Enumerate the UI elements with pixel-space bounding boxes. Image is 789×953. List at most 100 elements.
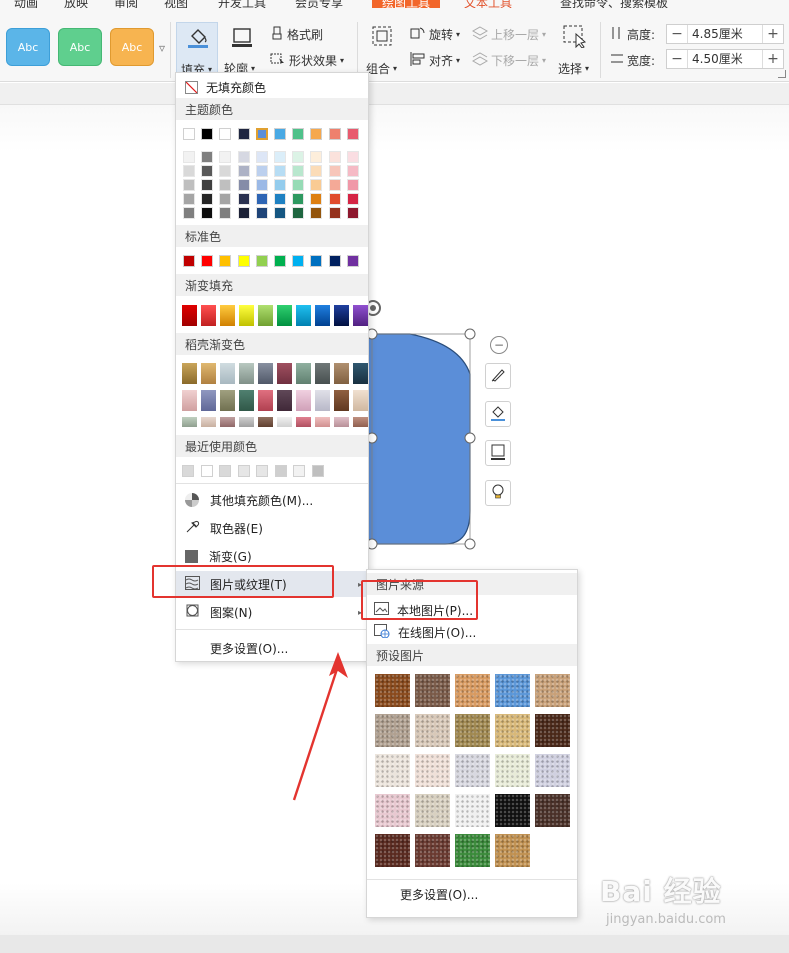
theme-shade-swatch[interactable] [292,179,305,191]
gradient-fill-swatch[interactable] [296,305,311,326]
daoke-gradient-swatch[interactable] [315,363,330,384]
gradient-fill-swatch[interactable] [315,305,330,326]
width-stepper[interactable]: − 4.50厘米 + [666,49,784,69]
theme-shade-swatch[interactable] [310,193,323,205]
eyedropper-item[interactable]: 取色器(E) [176,515,368,541]
theme-shade-swatch[interactable] [255,193,268,205]
recent-color-swatch[interactable] [274,465,287,477]
preset-texture-swatch[interactable] [495,674,530,707]
preset-texture-swatch[interactable] [535,674,570,707]
daoke-gradient-swatch[interactable] [239,390,254,411]
theme-shade-swatch[interactable] [219,165,232,177]
theme-shade-swatch[interactable] [219,193,232,205]
gradient-fill-swatch[interactable] [201,305,216,326]
gradient-fill-swatch[interactable] [334,305,349,326]
standard-color-swatch[interactable] [255,255,268,267]
daoke-gradient-swatch[interactable] [334,417,349,427]
standard-color-swatch[interactable] [201,255,214,267]
gradient-fill-swatch[interactable] [239,305,254,326]
theme-color-swatch[interactable] [346,128,359,140]
rotate-button[interactable]: 旋转 ▾ [410,26,460,43]
align-button[interactable]: 对齐 ▾ [410,52,460,69]
tab-view[interactable]: 视图 [164,0,188,8]
theme-shade-swatch[interactable] [346,193,359,205]
daoke-gradient-swatch[interactable] [258,390,273,411]
preset-texture-swatch[interactable] [375,674,410,707]
daoke-gradient-swatch[interactable] [334,390,349,411]
bring-forward-button[interactable]: 上移一层 ▾ [471,26,546,43]
pattern-item[interactable]: 图案(N) ▸ [176,599,368,625]
standard-color-swatch[interactable] [183,255,195,267]
theme-shade-swatch[interactable] [346,179,359,191]
float-fill-button[interactable] [485,401,511,427]
preset-texture-swatch[interactable] [455,794,490,827]
theme-shade-swatch[interactable] [183,207,195,219]
theme-shade-swatch[interactable] [237,179,250,191]
preset-texture-swatch[interactable] [495,714,530,747]
theme-shade-swatch[interactable] [237,151,250,163]
theme-shade-swatch[interactable] [219,151,232,163]
height-input[interactable]: 4.85厘米 [687,25,763,43]
preset-texture-swatch[interactable] [415,754,450,787]
preset-texture-swatch[interactable] [415,834,450,867]
no-fill-item[interactable]: 无填充颜色 [176,74,266,100]
preset-texture-swatch[interactable] [495,834,530,867]
preset-texture-swatch[interactable] [535,754,570,787]
preset-texture-swatch[interactable] [495,794,530,827]
float-brush-button[interactable] [485,363,511,389]
float-outline-button[interactable] [485,440,511,466]
gradient-fill-swatch[interactable] [182,305,197,326]
standard-color-swatch[interactable] [346,255,359,267]
shape-style-orange[interactable]: Abc [110,28,154,66]
theme-color-swatch[interactable] [310,128,323,140]
styles-more-icon[interactable]: ▿ [159,41,165,55]
theme-shade-swatch[interactable] [346,151,359,163]
theme-shade-swatch[interactable] [255,151,268,163]
daoke-gradient-swatch[interactable] [182,390,197,411]
shape-effect-button[interactable]: 形状效果 ▾ [270,52,344,69]
gradient-fill-swatch[interactable] [277,305,292,326]
theme-shade-swatch[interactable] [183,151,195,163]
daoke-gradient-swatch[interactable] [220,390,235,411]
theme-shade-swatch[interactable] [328,207,341,219]
daoke-gradient-swatch[interactable] [353,390,368,411]
gradient-fill-swatch[interactable] [258,305,273,326]
standard-color-swatch[interactable] [310,255,323,267]
theme-shade-swatch[interactable] [255,165,268,177]
theme-shade-swatch[interactable] [328,179,341,191]
daoke-gradient-swatch[interactable] [315,390,330,411]
theme-shade-swatch[interactable] [183,193,195,205]
daoke-gradient-swatch[interactable] [296,417,311,427]
daoke-gradient-swatch[interactable] [182,417,197,427]
theme-shade-swatch[interactable] [255,179,268,191]
theme-shade-swatch[interactable] [274,151,286,163]
theme-shade-swatch[interactable] [237,165,250,177]
width-increase-button[interactable]: + [763,51,783,67]
theme-color-swatch[interactable] [255,128,268,140]
recent-color-swatch[interactable] [182,465,194,477]
theme-shade-swatch[interactable] [310,151,323,163]
daoke-gradient-swatch[interactable] [296,390,311,411]
theme-shade-swatch[interactable] [201,179,214,191]
theme-shade-swatch[interactable] [201,151,214,163]
texture-more-settings-item[interactable]: 更多设置(O)... [367,881,577,907]
more-fill-colors-item[interactable]: 其他填充颜色(M)... [176,487,368,513]
standard-color-swatch[interactable] [292,255,305,267]
theme-shade-swatch[interactable] [292,207,305,219]
recent-color-swatch[interactable] [237,465,250,477]
height-stepper[interactable]: − 4.85厘米 + [666,24,784,44]
preset-texture-swatch[interactable] [495,754,530,787]
theme-color-swatch[interactable] [328,128,341,140]
daoke-gradient-swatch[interactable] [353,363,368,384]
theme-shade-swatch[interactable] [237,207,250,219]
online-image-item[interactable]: 在线图片(O)... [367,619,577,645]
theme-shade-swatch[interactable] [183,165,195,177]
theme-shade-swatch[interactable] [219,179,232,191]
theme-color-swatch[interactable] [219,128,232,140]
command-search[interactable]: 查找命令、搜索模板 [560,0,668,8]
preset-texture-swatch[interactable] [375,834,410,867]
standard-color-swatch[interactable] [237,255,250,267]
preset-texture-swatch[interactable] [455,834,490,867]
daoke-gradient-swatch[interactable] [182,363,197,384]
theme-shade-swatch[interactable] [346,207,359,219]
